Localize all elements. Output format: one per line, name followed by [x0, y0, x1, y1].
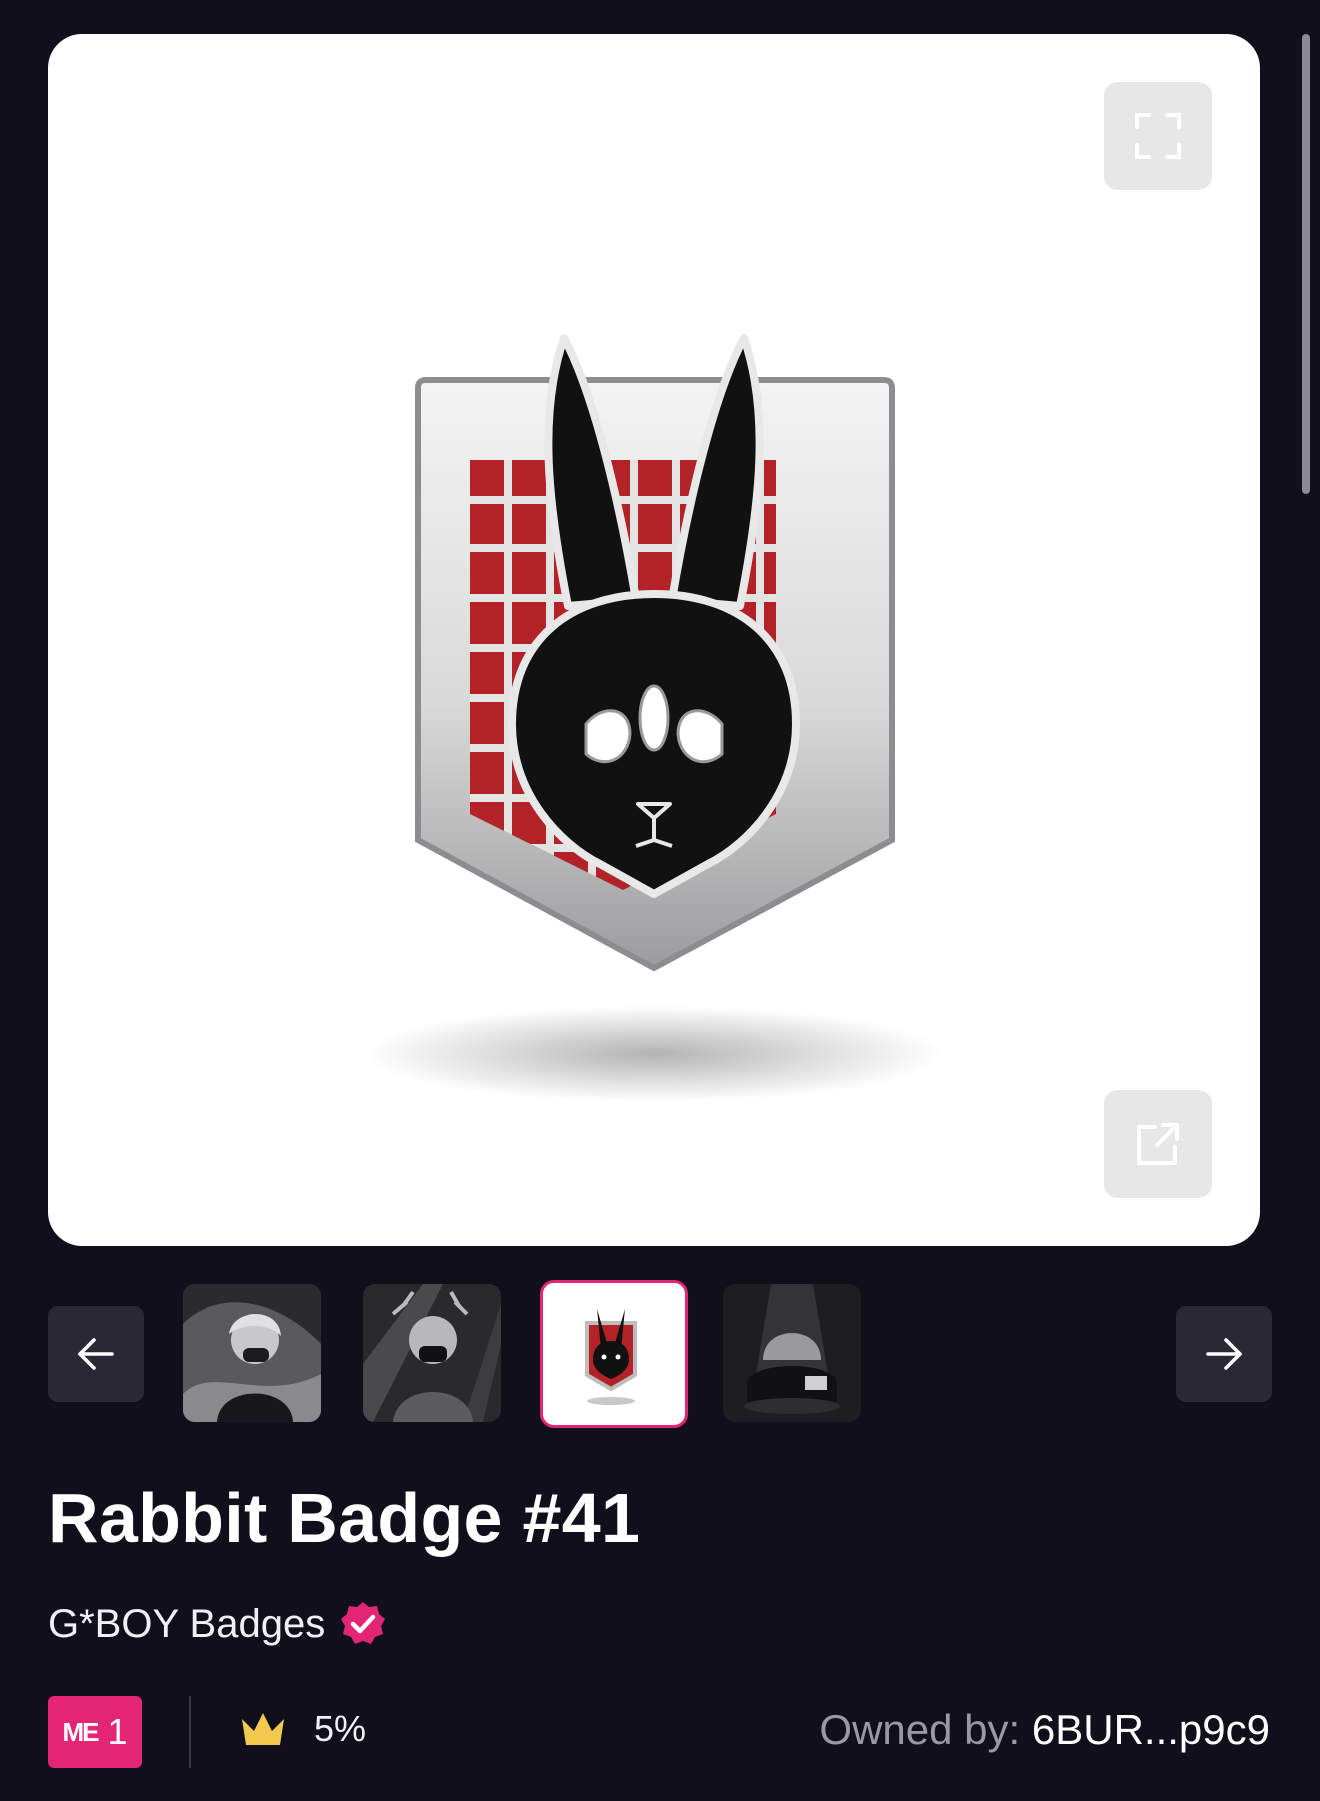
- rabbit-badge-thumbnail-image: [543, 1283, 679, 1419]
- owner-address-link[interactable]: 6BUR...p9c9: [1032, 1706, 1270, 1753]
- marketplace-logo-icon: ME: [62, 1716, 99, 1747]
- verified-badge-icon: [341, 1602, 386, 1644]
- collection-name[interactable]: G*BOY Badges: [48, 1602, 325, 1647]
- collection-link[interactable]: G*BOY Badges: [48, 1596, 387, 1652]
- nft-media-viewer: [48, 34, 1260, 1246]
- item-footer: ME 1 5% Owned by: 6BUR...p9c9: [0, 1694, 1320, 1770]
- previous-image-button[interactable]: [48, 1306, 144, 1402]
- rabbit-badge-image: [364, 334, 944, 1102]
- crown-icon: [242, 1713, 284, 1745]
- arrow-right-icon: [1206, 1338, 1242, 1370]
- royalty-info: 5%: [240, 1708, 366, 1750]
- magic-eden-listing-badge[interactable]: ME 1: [48, 1696, 142, 1768]
- royalty-value: 5%: [314, 1708, 367, 1749]
- thumbnail-gallery: [0, 1280, 1320, 1428]
- helmet-thumbnail-image: [723, 1284, 861, 1422]
- open-external-button[interactable]: [1104, 1090, 1212, 1198]
- external-link-icon: [1137, 1123, 1179, 1165]
- page-scrollbar[interactable]: [1302, 34, 1310, 494]
- arrow-left-icon: [78, 1338, 114, 1370]
- divider: [189, 1696, 191, 1768]
- expand-icon: [1135, 113, 1181, 159]
- character-thumbnail-image: [363, 1284, 501, 1422]
- expand-button[interactable]: [1104, 82, 1212, 190]
- marketplace-count: 1: [107, 1711, 128, 1752]
- thumbnail-3-selected[interactable]: [540, 1280, 688, 1428]
- thumbnail-2[interactable]: [363, 1284, 501, 1422]
- owner-info: Owned by: 6BUR...p9c9: [819, 1706, 1270, 1754]
- thumbnail-4[interactable]: [723, 1284, 861, 1422]
- character-thumbnail-image: [183, 1284, 321, 1422]
- nft-title: Rabbit Badge #41: [48, 1479, 641, 1557]
- owner-label: Owned by:: [819, 1706, 1021, 1753]
- next-image-button[interactable]: [1176, 1306, 1272, 1402]
- thumbnail-1[interactable]: [183, 1284, 321, 1422]
